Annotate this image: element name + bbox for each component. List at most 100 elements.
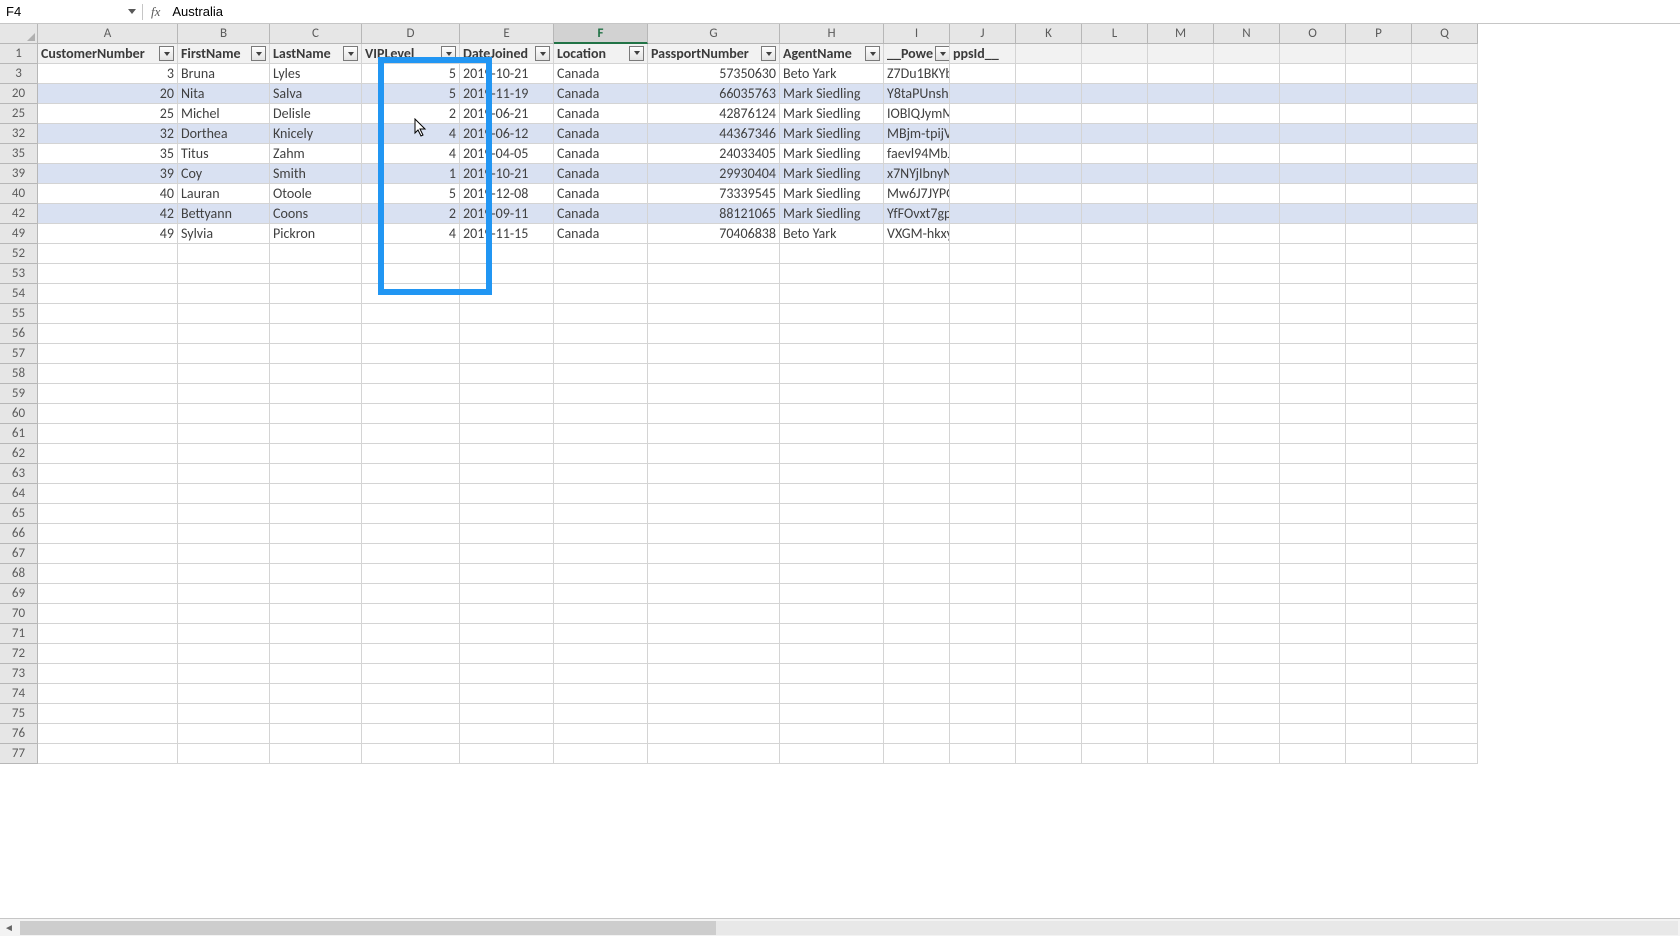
cell-C60[interactable] — [270, 404, 362, 424]
cell-P53[interactable] — [1346, 264, 1412, 284]
cell-J74[interactable] — [950, 684, 1016, 704]
cell-B64[interactable] — [178, 484, 270, 504]
cell-B63[interactable] — [178, 464, 270, 484]
cell-M60[interactable] — [1148, 404, 1214, 424]
cell-D60[interactable] — [362, 404, 460, 424]
cell-M42[interactable] — [1148, 204, 1214, 224]
cell-A59[interactable] — [38, 384, 178, 404]
cell-N32[interactable] — [1214, 124, 1280, 144]
cell-I55[interactable] — [884, 304, 950, 324]
cell-I65[interactable] — [884, 504, 950, 524]
cell-F68[interactable] — [554, 564, 648, 584]
cell-G35[interactable]: 24033405 — [648, 144, 780, 164]
cell-M69[interactable] — [1148, 584, 1214, 604]
column-header-I[interactable]: I — [884, 24, 950, 44]
cell-E49[interactable]: 2019-11-15 — [460, 224, 554, 244]
cell-N76[interactable] — [1214, 724, 1280, 744]
cell-E77[interactable] — [460, 744, 554, 764]
cell-C69[interactable] — [270, 584, 362, 604]
cell-L71[interactable] — [1082, 624, 1148, 644]
cell-C70[interactable] — [270, 604, 362, 624]
row-header-76[interactable]: 76 — [0, 724, 38, 744]
cell-G39[interactable]: 29930404 — [648, 164, 780, 184]
cell-I54[interactable] — [884, 284, 950, 304]
cell-I53[interactable] — [884, 264, 950, 284]
cell-A71[interactable] — [38, 624, 178, 644]
cell-C61[interactable] — [270, 424, 362, 444]
cell-Q65[interactable] — [1412, 504, 1478, 524]
cell-Q74[interactable] — [1412, 684, 1478, 704]
cell-Q61[interactable] — [1412, 424, 1478, 444]
cell-D57[interactable] — [362, 344, 460, 364]
row-header-20[interactable]: 20 — [0, 84, 38, 104]
cell-H63[interactable] — [780, 464, 884, 484]
cell-N68[interactable] — [1214, 564, 1280, 584]
cell-K3[interactable] — [1016, 64, 1082, 84]
cell-O71[interactable] — [1280, 624, 1346, 644]
cell-O74[interactable] — [1280, 684, 1346, 704]
cell-D25[interactable]: 2 — [362, 104, 460, 124]
row-header-68[interactable]: 68 — [0, 564, 38, 584]
cell-G55[interactable] — [648, 304, 780, 324]
header-cell-D[interactable]: VIPLevel — [362, 44, 460, 64]
cell-D74[interactable] — [362, 684, 460, 704]
cell-E61[interactable] — [460, 424, 554, 444]
cell-O76[interactable] — [1280, 724, 1346, 744]
cell-I40[interactable]: Mw6J7JYPGYA — [884, 184, 950, 204]
cell-C32[interactable]: Knicely — [270, 124, 362, 144]
cell-O32[interactable] — [1280, 124, 1346, 144]
scroll-left-icon[interactable]: ◄ — [0, 919, 18, 937]
cell-P42[interactable] — [1346, 204, 1412, 224]
cell-M59[interactable] — [1148, 384, 1214, 404]
cell-D65[interactable] — [362, 504, 460, 524]
cell-G75[interactable] — [648, 704, 780, 724]
row-header-75[interactable]: 75 — [0, 704, 38, 724]
cell-P74[interactable] — [1346, 684, 1412, 704]
cell-B65[interactable] — [178, 504, 270, 524]
cell-A65[interactable] — [38, 504, 178, 524]
cell-E56[interactable] — [460, 324, 554, 344]
cell-K76[interactable] — [1016, 724, 1082, 744]
cell-I75[interactable] — [884, 704, 950, 724]
cell-I57[interactable] — [884, 344, 950, 364]
cell-M40[interactable] — [1148, 184, 1214, 204]
row-header-61[interactable]: 61 — [0, 424, 38, 444]
cell-Q3[interactable] — [1412, 64, 1478, 84]
cell-A35[interactable]: 35 — [38, 144, 178, 164]
cell-B58[interactable] — [178, 364, 270, 384]
row-header-56[interactable]: 56 — [0, 324, 38, 344]
cell-K73[interactable] — [1016, 664, 1082, 684]
filter-button-A[interactable] — [159, 46, 174, 61]
cell-L63[interactable] — [1082, 464, 1148, 484]
cell-G52[interactable] — [648, 244, 780, 264]
cell-C77[interactable] — [270, 744, 362, 764]
cell-D40[interactable]: 5 — [362, 184, 460, 204]
cell-A42[interactable]: 42 — [38, 204, 178, 224]
cell-B35[interactable]: Titus — [178, 144, 270, 164]
cell-L66[interactable] — [1082, 524, 1148, 544]
scroll-track[interactable] — [20, 921, 1678, 935]
cell-L73[interactable] — [1082, 664, 1148, 684]
cell-G40[interactable]: 73339545 — [648, 184, 780, 204]
row-header-40[interactable]: 40 — [0, 184, 38, 204]
cell-D66[interactable] — [362, 524, 460, 544]
cell-N75[interactable] — [1214, 704, 1280, 724]
cell-K54[interactable] — [1016, 284, 1082, 304]
cell-H35[interactable]: Mark Siedling — [780, 144, 884, 164]
filter-button-D[interactable] — [441, 46, 456, 61]
cell-G63[interactable] — [648, 464, 780, 484]
cell-Q68[interactable] — [1412, 564, 1478, 584]
cell-Q70[interactable] — [1412, 604, 1478, 624]
cell-K72[interactable] — [1016, 644, 1082, 664]
cell-L40[interactable] — [1082, 184, 1148, 204]
cell-J56[interactable] — [950, 324, 1016, 344]
cell-M35[interactable] — [1148, 144, 1214, 164]
cell-J49[interactable] — [950, 224, 1016, 244]
cell-F74[interactable] — [554, 684, 648, 704]
cell-B57[interactable] — [178, 344, 270, 364]
cell-C65[interactable] — [270, 504, 362, 524]
row-header-35[interactable]: 35 — [0, 144, 38, 164]
cell-C73[interactable] — [270, 664, 362, 684]
cell-B25[interactable]: Michel — [178, 104, 270, 124]
cell-E39[interactable]: 2019-10-21 — [460, 164, 554, 184]
